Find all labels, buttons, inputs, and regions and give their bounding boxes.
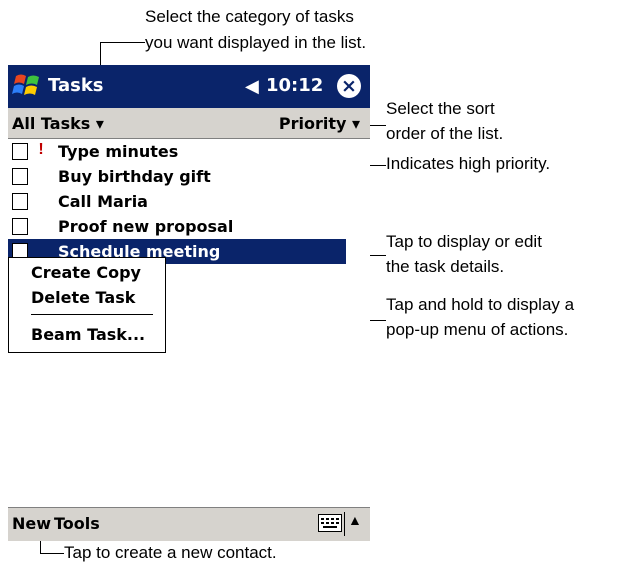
close-icon[interactable]: × (337, 74, 361, 98)
annotation-priority: Indicates high priority. (386, 154, 551, 173)
chevron-down-icon: ▾ (95, 114, 104, 133)
annotation-popup-1: Tap and hold to display a (386, 295, 575, 314)
task-row[interactable]: Buy birthday gift (8, 164, 346, 189)
annotation-category-1: Select the category of tasks (145, 7, 354, 26)
menu-item-create-copy[interactable]: Create Copy (31, 263, 141, 282)
app-title: Tasks (48, 75, 104, 96)
annotation-sort-2: order of the list. (386, 124, 504, 143)
task-checkbox[interactable] (12, 193, 28, 210)
annotation-sort-1: Select the sort (386, 99, 495, 118)
task-subject[interactable]: Type minutes (58, 142, 178, 161)
category-filter-dropdown[interactable]: All Tasks ▾ (12, 114, 104, 133)
high-priority-icon: ! (38, 141, 44, 158)
annotation-new-contact: Tap to create a new contact. (64, 543, 277, 562)
annotation-details-1: Tap to display or edit (386, 232, 542, 251)
sort-order-dropdown[interactable]: Priority ▾ (279, 114, 360, 133)
menu-item-beam-task[interactable]: Beam Task... (31, 325, 145, 344)
leader-line (100, 42, 145, 43)
pocket-pc-screen: Tasks ◀ 10:12 × All Tasks ▾ Priority ▾ !… (8, 65, 370, 541)
tools-menu[interactable]: Tools (54, 514, 100, 533)
task-checkbox[interactable] (12, 168, 28, 185)
new-button[interactable]: New (12, 514, 51, 533)
task-subject[interactable]: Buy birthday gift (58, 167, 211, 186)
task-subject[interactable]: Proof new proposal (58, 217, 233, 236)
menu-bar: New Tools ▲ (8, 507, 370, 541)
leader-line (40, 553, 64, 554)
task-row[interactable]: Proof new proposal (8, 214, 346, 239)
task-row[interactable]: ! Type minutes (8, 139, 346, 164)
task-row[interactable]: Call Maria (8, 189, 346, 214)
annotation-details-2: the task details. (386, 257, 505, 276)
menu-item-delete-task[interactable]: Delete Task (31, 288, 135, 307)
chevron-down-icon: ▾ (351, 114, 360, 133)
filter-bar: All Tasks ▾ Priority ▾ (8, 108, 370, 139)
title-bar: Tasks ◀ 10:12 × (8, 65, 370, 108)
context-menu: Create Copy Delete Task Beam Task... (8, 257, 166, 353)
category-filter-label: All Tasks (12, 114, 91, 133)
keyboard-icon[interactable] (318, 514, 342, 532)
divider (344, 512, 345, 536)
annotation-popup-2: pop-up menu of actions. (386, 320, 569, 339)
menu-separator (31, 314, 153, 315)
annotation-category-2: you want displayed in the list. (145, 33, 367, 52)
clock[interactable]: 10:12 (266, 75, 323, 96)
sort-order-label: Priority (278, 114, 347, 133)
speaker-icon[interactable]: ◀ (245, 76, 259, 97)
task-checkbox[interactable] (12, 143, 28, 160)
task-subject[interactable]: Call Maria (58, 192, 148, 211)
windows-flag-icon[interactable] (12, 70, 42, 100)
task-checkbox[interactable] (12, 218, 28, 235)
arrow-up-icon[interactable]: ▲ (348, 512, 362, 528)
